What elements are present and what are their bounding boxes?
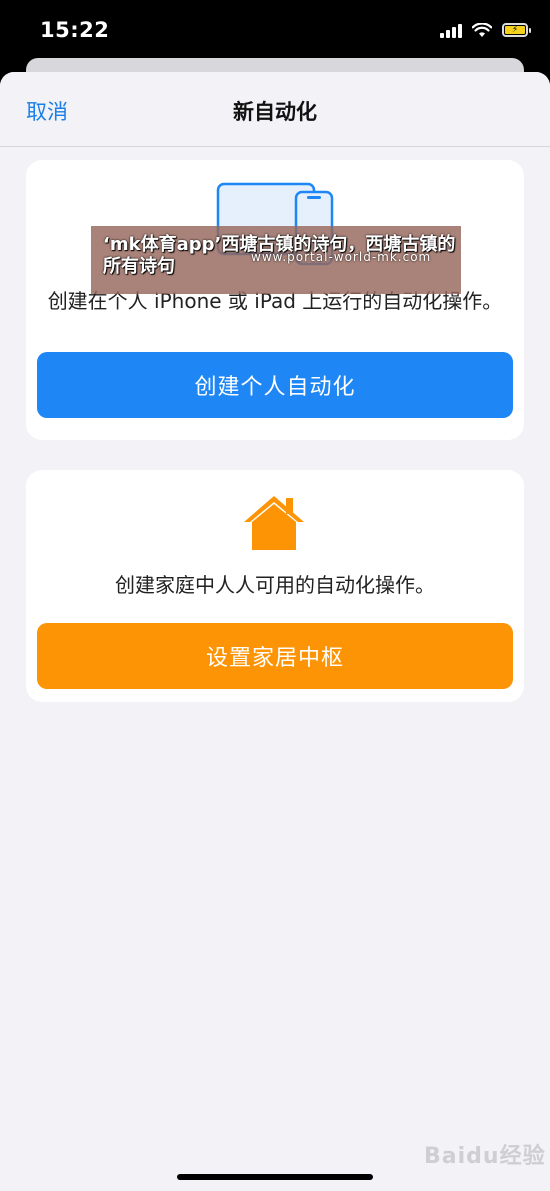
house-icon: [244, 496, 304, 550]
watermark-banner: ‘mk体育app’西塘古镇的诗句，西塘古镇的所有诗句 www.portal-wo…: [91, 226, 461, 294]
home-automation-description: 创建家庭中人人可用的自动化操作。: [115, 573, 435, 597]
home-indicator[interactable]: [177, 1174, 373, 1180]
status-time: 15:22: [40, 18, 110, 42]
home-automation-card: 创建家庭中人人可用的自动化操作。 设置家居中枢: [26, 470, 524, 702]
page-title: 新自动化: [233, 100, 317, 124]
phone-screen: 15:22 ⚡ 取消 新自动化 创建在个人 iPhone 或 iPad 上运行的…: [0, 0, 550, 1191]
battery-icon: ⚡: [502, 23, 531, 37]
status-icons: ⚡: [440, 22, 531, 38]
signal-icon: [440, 22, 462, 38]
status-bar: 15:22 ⚡: [0, 0, 550, 64]
create-personal-automation-button[interactable]: 创建个人自动化: [37, 352, 513, 418]
personal-automation-card: 创建在个人 iPhone 或 iPad 上运行的自动化操作。 创建个人自动化: [26, 160, 524, 440]
setup-home-hub-button[interactable]: 设置家居中枢: [37, 623, 513, 689]
watermark-banner-url: www.portal-world-mk.com: [251, 250, 432, 264]
navigation-bar: 取消 新自动化: [0, 72, 550, 147]
baidu-watermark: Baidu经验: [424, 1144, 546, 1169]
wifi-icon: [472, 22, 492, 37]
